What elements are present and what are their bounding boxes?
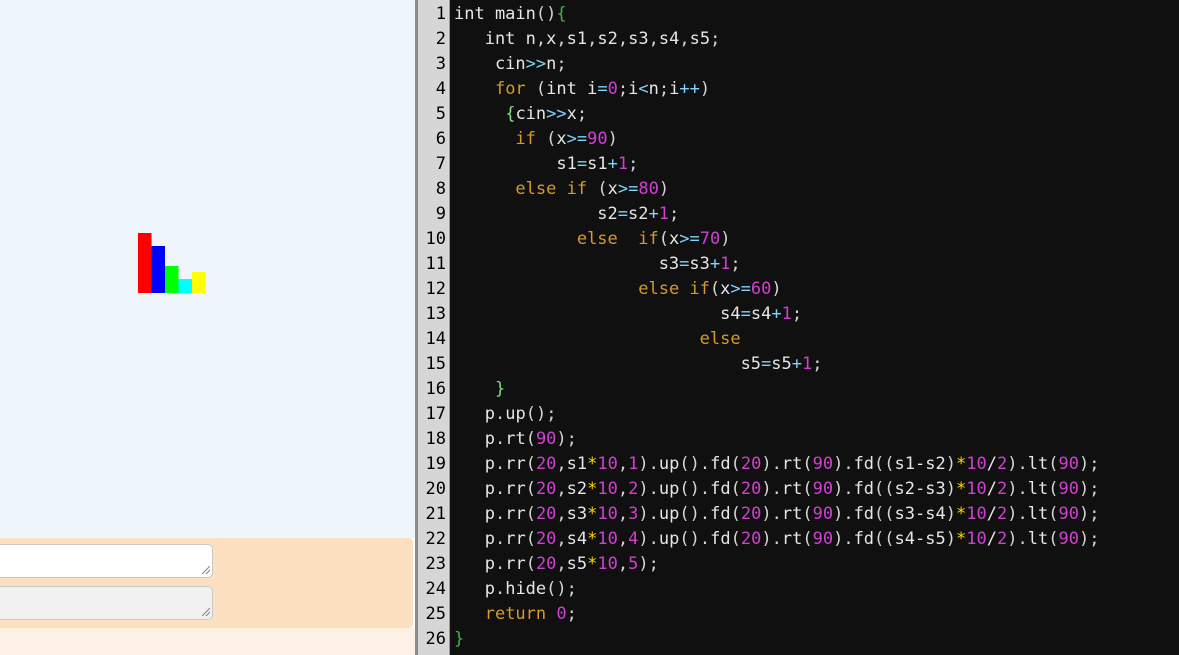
- code-line[interactable]: s3=s3+1;: [454, 252, 741, 277]
- code-line[interactable]: p.rr(20,s2*10,2).up().fd(20).rt(90).fd((…: [454, 477, 1100, 502]
- input-textarea[interactable]: [0, 544, 213, 578]
- code-line[interactable]: p.up();: [454, 402, 557, 427]
- code-line[interactable]: s4=s4+1;: [454, 302, 802, 327]
- line-number: 9: [435, 204, 446, 224]
- code-line[interactable]: else if(x>=60): [454, 277, 781, 302]
- bar-s2: [151, 246, 165, 293]
- line-number: 19: [425, 454, 446, 474]
- bar-s3: [165, 266, 179, 293]
- line-number-gutter: 1 2 3 4 5 6 7 8 9 10 11 12 13 14 15 16 17 18 19 20 21 22 23 24 2…: [418, 0, 450, 655]
- bar-s5: [192, 272, 206, 293]
- line-number: 11: [425, 254, 446, 274]
- line-number: 7: [435, 154, 446, 174]
- code-line[interactable]: else if(x>=70): [454, 227, 731, 252]
- code-line[interactable]: p.hide();: [454, 577, 577, 602]
- code-editor[interactable]: 1 2 3 4 5 6 7 8 9 10 11 12 13 14 15 16 17 18 19 20 21 22 23 24 2…: [418, 0, 1179, 655]
- line-number: 1: [435, 4, 446, 24]
- code-line[interactable]: p.rr(20,s1*10,1).up().fd(20).rt(90).fd((…: [454, 452, 1100, 477]
- line-number: 20: [425, 479, 446, 499]
- code-line[interactable]: return 0;: [454, 602, 577, 627]
- line-number: 16: [425, 379, 446, 399]
- line-number: 12: [425, 279, 446, 299]
- line-number: 21: [425, 504, 446, 524]
- bar-s1: [138, 233, 152, 293]
- code-line[interactable]: {cin>>x;: [454, 102, 587, 127]
- code-line[interactable]: if (x>=90): [454, 127, 617, 152]
- code-line[interactable]: for (int i=0;i<n;i++): [454, 77, 710, 102]
- line-number: 2: [435, 29, 446, 49]
- turtle-canvas: [0, 0, 415, 538]
- footer-strip: [0, 628, 415, 655]
- code-line[interactable]: int n,x,s1,s2,s3,s4,s5;: [454, 27, 721, 52]
- resize-grip-icon[interactable]: [202, 608, 210, 616]
- line-number: 23: [425, 554, 446, 574]
- line-number: 25: [425, 604, 446, 624]
- line-number: 26: [425, 629, 446, 649]
- code-line[interactable]: int main(){: [454, 2, 567, 27]
- code-line[interactable]: s5=s5+1;: [454, 352, 823, 377]
- line-number: 14: [425, 329, 446, 349]
- line-number: 3: [435, 54, 446, 74]
- code-line[interactable]: s1=s1+1;: [454, 152, 638, 177]
- line-number: 13: [425, 304, 446, 324]
- line-number: 4: [435, 79, 446, 99]
- line-number: 18: [425, 429, 446, 449]
- bar-s4: [178, 279, 192, 293]
- code-line[interactable]: else: [454, 327, 741, 352]
- line-number: 5: [435, 104, 446, 124]
- code-line[interactable]: cin>>n;: [454, 52, 567, 77]
- line-number: 15: [425, 354, 446, 374]
- code-line[interactable]: p.rr(20,s4*10,4).up().fd(20).rt(90).fd((…: [454, 527, 1100, 552]
- code-line[interactable]: p.rt(90);: [454, 427, 577, 452]
- resize-grip-icon[interactable]: [202, 566, 210, 574]
- line-number: 10: [425, 229, 446, 249]
- code-line[interactable]: }: [454, 377, 505, 402]
- code-line[interactable]: s2=s2+1;: [454, 202, 679, 227]
- line-number: 6: [435, 129, 446, 149]
- code-line[interactable]: }: [454, 627, 464, 652]
- line-number: 17: [425, 404, 446, 424]
- line-number: 22: [425, 529, 446, 549]
- line-number: 24: [425, 579, 446, 599]
- code-line[interactable]: p.rr(20,s3*10,3).up().fd(20).rt(90).fd((…: [454, 502, 1100, 527]
- output-textarea[interactable]: [0, 586, 213, 620]
- io-panel: [0, 538, 413, 628]
- bar-chart-output: [138, 233, 206, 293]
- code-line[interactable]: p.rr(20,s5*10,5);: [454, 552, 659, 577]
- code-line[interactable]: else if (x>=80): [454, 177, 669, 202]
- line-number: 8: [435, 179, 446, 199]
